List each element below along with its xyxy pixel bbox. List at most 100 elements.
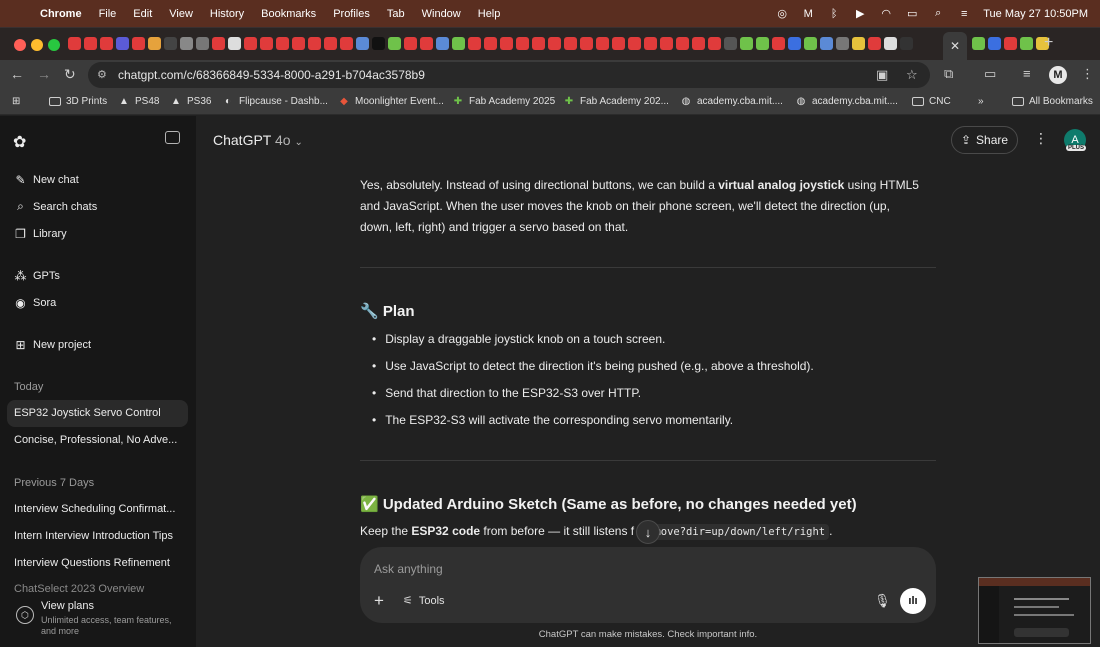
gpts-button[interactable]: ⁂ GPTs bbox=[14, 269, 60, 283]
forward-arrow-icon[interactable]: → bbox=[37, 66, 51, 82]
pinned-tab[interactable] bbox=[580, 37, 593, 50]
menu-tab[interactable]: Tab bbox=[387, 8, 405, 20]
menu-view[interactable]: View bbox=[169, 8, 193, 20]
search-icon[interactable]: ⌕ bbox=[931, 7, 945, 21]
pinned-tab[interactable] bbox=[420, 37, 433, 50]
pinned-tab[interactable] bbox=[756, 37, 769, 50]
pinned-tab[interactable] bbox=[612, 37, 625, 50]
bookmark-fab-academy-202x[interactable]: ✚ Fab Academy 202... bbox=[563, 96, 669, 107]
bookmark-ps48[interactable]: ▲ PS48 bbox=[118, 96, 159, 107]
pinned-tab[interactable] bbox=[788, 37, 801, 50]
attach-plus-button[interactable]: + bbox=[374, 591, 384, 611]
pinned-tab[interactable] bbox=[436, 37, 449, 50]
pinned-tab[interactable] bbox=[228, 37, 241, 50]
pinned-tab[interactable] bbox=[676, 37, 689, 50]
url-text[interactable]: chatgpt.com/c/68366849-5334-8000-a291-b7… bbox=[118, 68, 425, 82]
chat-item-concise-professional[interactable]: Concise, Professional, No Adve... bbox=[14, 434, 180, 446]
address-bar[interactable]: ⚙ chatgpt.com/c/68366849-5334-8000-a291-… bbox=[88, 62, 930, 88]
pinned-tab[interactable] bbox=[340, 37, 353, 50]
reload-icon[interactable]: ↻ bbox=[64, 66, 76, 83]
chat-item-interview-scheduling[interactable]: Interview Scheduling Confirmat... bbox=[14, 503, 180, 515]
pinned-tab[interactable] bbox=[596, 37, 609, 50]
pinned-tab[interactable] bbox=[564, 37, 577, 50]
pinned-tab[interactable] bbox=[868, 37, 881, 50]
bookmark-star-icon[interactable]: ☆ bbox=[906, 67, 918, 83]
pinned-tab[interactable] bbox=[740, 37, 753, 50]
chat-item-interview-questions[interactable]: Interview Questions Refinement bbox=[14, 557, 180, 569]
menu-help[interactable]: Help bbox=[478, 8, 501, 20]
share-button[interactable]: ⇪ Share bbox=[951, 126, 1018, 154]
pinned-tab[interactable] bbox=[276, 37, 289, 50]
site-info-icon[interactable]: ⚙ bbox=[97, 68, 107, 81]
bookmark-ps36[interactable]: ▲ PS36 bbox=[170, 96, 211, 107]
pinned-tab[interactable] bbox=[972, 37, 985, 50]
pinned-tab[interactable] bbox=[852, 37, 865, 50]
prompt-input[interactable] bbox=[374, 559, 854, 579]
pinned-tab[interactable] bbox=[660, 37, 673, 50]
new-tab-button[interactable]: + bbox=[1044, 34, 1053, 52]
search-chats-button[interactable]: ⌕ Search chats bbox=[14, 199, 97, 213]
new-chat-button[interactable]: ✎ New chat bbox=[14, 173, 78, 187]
active-tab[interactable]: ✕ bbox=[943, 32, 967, 60]
pinned-tab[interactable] bbox=[84, 37, 97, 50]
back-arrow-icon[interactable]: ← bbox=[10, 66, 24, 82]
pinned-tab[interactable] bbox=[196, 37, 209, 50]
chrome-menu-icon[interactable]: ⋮ bbox=[1081, 66, 1094, 82]
pinned-tab[interactable] bbox=[132, 37, 145, 50]
sidebar-toggle-icon[interactable] bbox=[165, 131, 180, 144]
pinned-tab[interactable] bbox=[116, 37, 129, 50]
extensions-icon[interactable]: ⧉ bbox=[944, 66, 953, 82]
pinned-tab[interactable] bbox=[164, 37, 177, 50]
voice-mode-button[interactable]: ılı bbox=[900, 588, 926, 614]
bookmark-academy-cba-1[interactable]: ◍ academy.cba.mit.... bbox=[680, 96, 783, 107]
pinned-tab[interactable] bbox=[388, 37, 401, 50]
pinned-tab[interactable] bbox=[708, 37, 721, 50]
view-plans-button[interactable]: ⬡ View plans Unlimited access, team feat… bbox=[0, 592, 196, 647]
pinned-tab[interactable] bbox=[324, 37, 337, 50]
pinned-tab[interactable] bbox=[820, 37, 833, 50]
close-window-button[interactable] bbox=[14, 39, 26, 51]
pinned-tab[interactable] bbox=[68, 37, 81, 50]
new-project-button[interactable]: ⊞ New project bbox=[14, 338, 91, 352]
pinned-tab[interactable] bbox=[468, 37, 481, 50]
zoom-window-button[interactable] bbox=[48, 39, 60, 51]
microphone-icon[interactable]: 🎙 bbox=[874, 593, 891, 609]
pinned-tab[interactable] bbox=[724, 37, 737, 50]
pinned-tab[interactable] bbox=[372, 37, 385, 50]
menu-window[interactable]: Window bbox=[422, 8, 461, 20]
pinned-tab[interactable] bbox=[308, 37, 321, 50]
pinned-tab[interactable] bbox=[180, 37, 193, 50]
model-selector[interactable]: ChatGPT 4o ⌄ bbox=[213, 132, 303, 148]
pinned-tab[interactable] bbox=[532, 37, 545, 50]
bluetooth-icon[interactable]: ᛒ bbox=[827, 7, 841, 21]
bookmark-flipcause[interactable]: ◐ Flipcause - Dashb... bbox=[222, 96, 328, 107]
chat-item-esp32-joystick[interactable]: ESP32 Joystick Servo Control bbox=[14, 407, 180, 419]
pinned-tab[interactable] bbox=[260, 37, 273, 50]
menu-history[interactable]: History bbox=[210, 8, 244, 20]
chat-item-intern-interview[interactable]: Intern Interview Introduction Tips bbox=[14, 530, 180, 542]
menu-profiles[interactable]: Profiles bbox=[333, 8, 370, 20]
battery-icon[interactable]: ▭ bbox=[905, 7, 919, 21]
creative-cloud-icon[interactable]: ◎ bbox=[775, 7, 789, 21]
bookmark-academy-cba-2[interactable]: ◍ academy.cba.mit.... bbox=[795, 96, 898, 107]
bookmark-fab-academy-2025[interactable]: ✚ Fab Academy 2025 bbox=[452, 96, 555, 107]
pinned-tab[interactable] bbox=[692, 37, 705, 50]
play-icon[interactable]: ▶ bbox=[853, 7, 867, 21]
reading-list-icon[interactable]: ≡ bbox=[1023, 66, 1031, 81]
menu-app-name[interactable]: Chrome bbox=[40, 8, 82, 20]
pinned-tab[interactable] bbox=[212, 37, 225, 50]
scroll-to-bottom-button[interactable]: ↓ bbox=[636, 520, 660, 544]
m-app-icon[interactable]: M bbox=[801, 7, 815, 21]
screen-cast-icon[interactable]: ▣ bbox=[876, 67, 888, 83]
pinned-tab[interactable] bbox=[500, 37, 513, 50]
all-bookmarks[interactable]: All Bookmarks bbox=[1012, 96, 1093, 107]
pinned-tab[interactable] bbox=[772, 37, 785, 50]
pinned-tab[interactable] bbox=[548, 37, 561, 50]
pinned-tab[interactable] bbox=[836, 37, 849, 50]
pinned-tab[interactable] bbox=[148, 37, 161, 50]
menubar-clock[interactable]: Tue May 27 10:50PM bbox=[983, 8, 1088, 20]
bookmark-moonlighter[interactable]: ◆ Moonlighter Event... bbox=[338, 96, 444, 107]
pinned-tab[interactable] bbox=[404, 37, 417, 50]
pinned-tab[interactable] bbox=[484, 37, 497, 50]
bookmark-3d-prints[interactable]: 3D Prints bbox=[49, 96, 107, 107]
